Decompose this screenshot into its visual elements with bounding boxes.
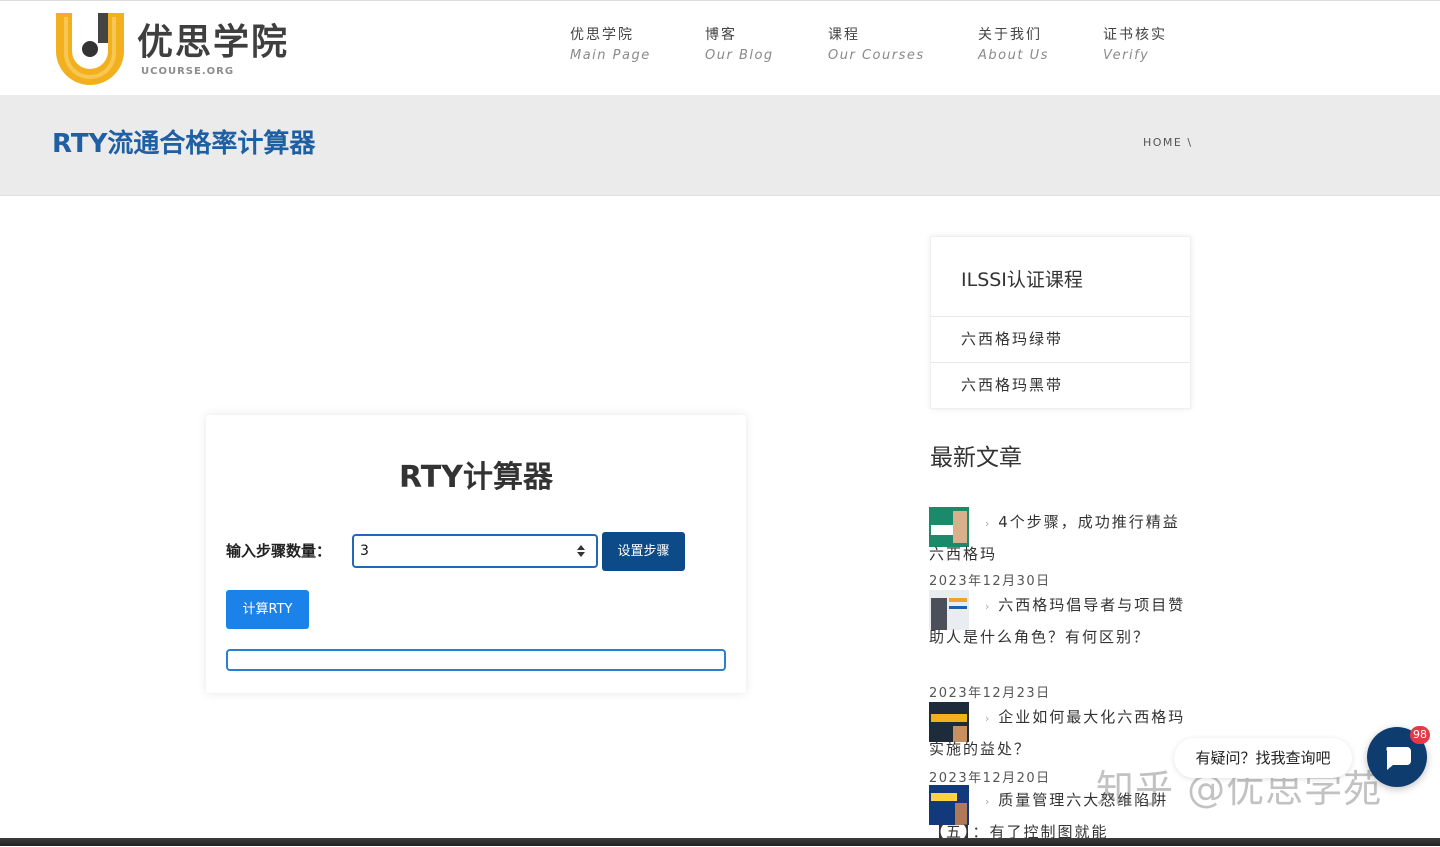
post-date: 2023年12月23日	[929, 686, 1051, 701]
page-title-band: RTY流通合格率计算器 HOME \	[0, 96, 1440, 196]
calculator-title: RTY计算器	[399, 460, 553, 495]
courses-widget-title: ILSSI认证课程	[961, 269, 1083, 291]
number-spinner-icon[interactable]	[576, 544, 586, 558]
nav-label-cn: 关于我们	[978, 27, 1042, 43]
post-title: 4个步骤，成功推行精益六西格玛	[929, 513, 1180, 563]
brand-name: 优思学院	[137, 22, 290, 63]
chevron-right-icon: ›	[985, 517, 992, 530]
rty-calculator-card: RTY计算器 输入步骤数量： 设置步骤 计算RTY	[206, 415, 746, 693]
course-link-black-belt[interactable]: 六西格玛黑带	[931, 362, 1190, 408]
chevron-right-icon: ›	[985, 795, 992, 808]
ilssi-courses-widget: ILSSI认证课程 六西格玛绿带 六西格玛黑带	[930, 236, 1191, 409]
post-title-link[interactable]: › 4个步骤，成功推行精益六西格玛	[929, 507, 1189, 569]
site-header: 优思学院 UCOURSE.ORG 优思学院 Main Page 博客 Our B…	[0, 1, 1440, 96]
nav-label-cn: 优思学院	[570, 27, 634, 43]
post-title-link[interactable]: › 六西格玛倡导者与项目赞助人是什么角色？有何区别？	[929, 590, 1189, 652]
post-title: 六西格玛倡导者与项目赞助人是什么角色？有何区别？	[929, 596, 1186, 646]
breadcrumb-home[interactable]: HOME \	[1143, 136, 1193, 149]
post-date: 2023年12月30日	[929, 574, 1051, 589]
page-title: RTY流通合格率计算器	[52, 129, 316, 159]
course-link-green-belt[interactable]: 六西格玛绿带	[931, 316, 1190, 362]
nav-label-en: Our Courses	[828, 48, 925, 63]
steps-count-input[interactable]	[360, 541, 560, 561]
brand-subtitle: UCOURSE.ORG	[141, 66, 235, 77]
rty-result-field[interactable]	[226, 649, 726, 671]
nav-label-en: About Us	[978, 48, 1049, 63]
recent-posts-title: 最新文章	[930, 445, 1022, 471]
calculate-rty-button[interactable]: 计算RTY	[226, 590, 309, 629]
steps-count-field[interactable]	[352, 534, 598, 568]
nav-verify[interactable]: 证书核实 Verify	[1103, 27, 1167, 64]
window-bottom-edge	[0, 838, 1440, 846]
nav-blog[interactable]: 博客 Our Blog	[705, 27, 774, 64]
chevron-right-icon: ›	[985, 712, 992, 725]
recent-post-item: › 六西格玛倡导者与项目赞助人是什么角色？有何区别？ 2023年12月23日	[929, 590, 1191, 701]
ucourse-logo-icon[interactable]	[50, 7, 130, 87]
nav-label-en: Verify	[1103, 48, 1150, 63]
nav-label-cn: 课程	[828, 27, 860, 43]
post-title-link[interactable]: › 企业如何最大化六西格玛实施的益处？	[929, 702, 1189, 764]
set-steps-button[interactable]: 设置步骤	[602, 532, 685, 571]
nav-label-en: Our Blog	[705, 48, 774, 63]
nav-label-en: Main Page	[570, 48, 651, 63]
nav-about-us[interactable]: 关于我们 About Us	[978, 27, 1049, 64]
post-title: 企业如何最大化六西格玛实施的益处？	[929, 708, 1186, 758]
chevron-right-icon: ›	[985, 600, 992, 613]
nav-main-page[interactable]: 优思学院 Main Page	[570, 27, 651, 64]
nav-label-cn: 博客	[705, 27, 737, 43]
chat-prompt-bubble[interactable]: 有疑问？找我查询吧	[1174, 738, 1352, 778]
nav-label-cn: 证书核实	[1103, 27, 1167, 43]
steps-count-label: 输入步骤数量：	[226, 542, 332, 560]
recent-post-item: › 4个步骤，成功推行精益六西格玛 2023年12月30日	[929, 507, 1191, 597]
post-date: 2023年12月20日	[929, 771, 1051, 786]
notification-badge: 98	[1410, 726, 1430, 744]
nav-courses[interactable]: 课程 Our Courses	[828, 27, 925, 64]
